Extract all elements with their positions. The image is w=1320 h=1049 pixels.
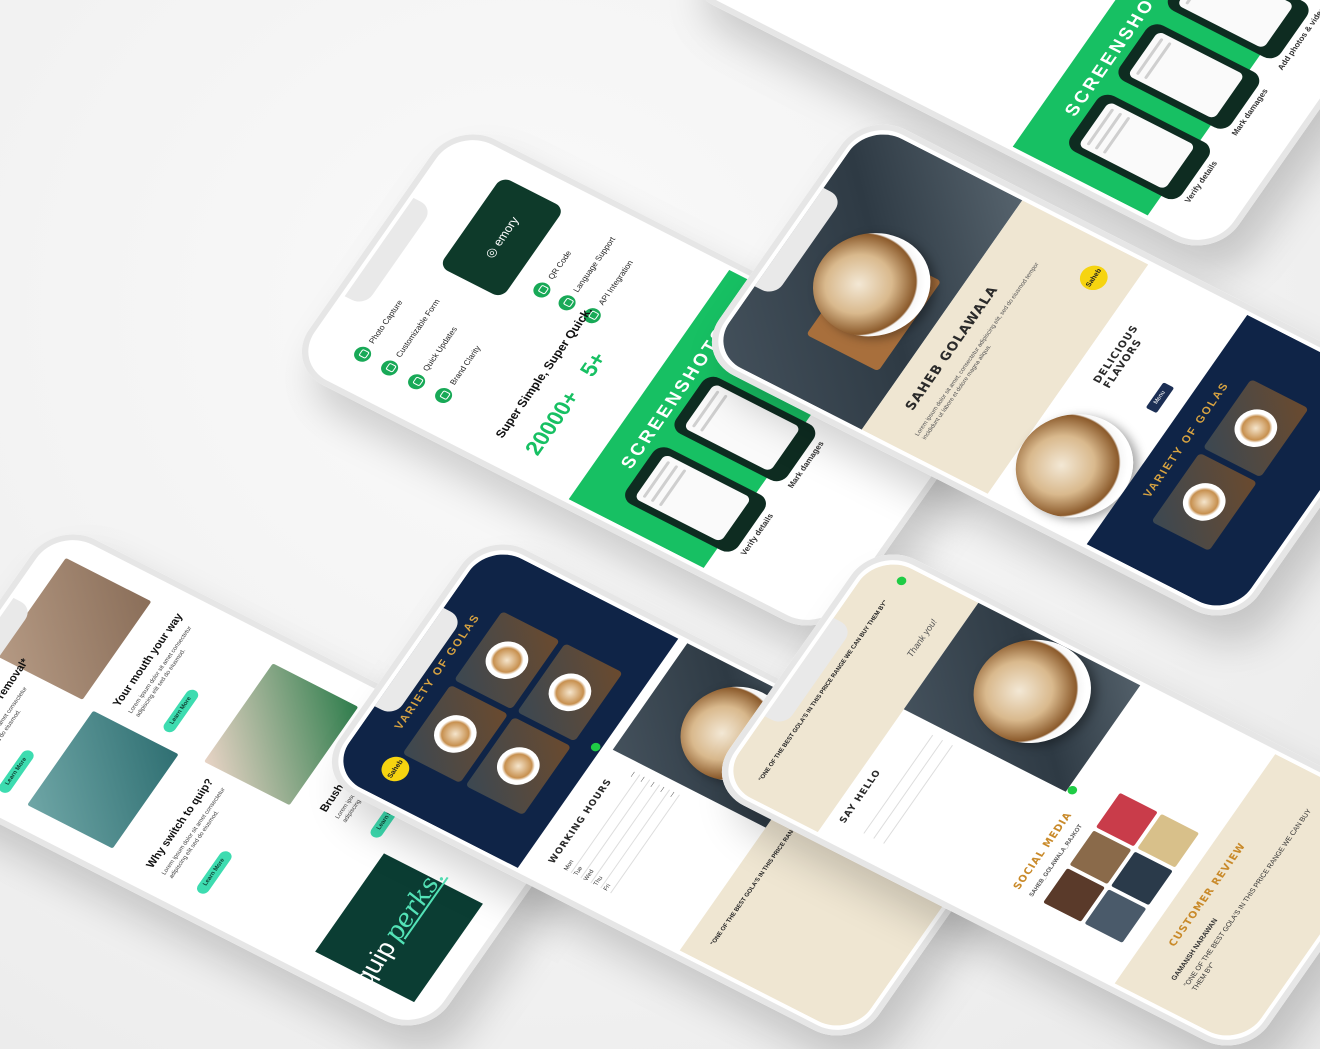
feature-label: Quick Updates: [420, 325, 459, 373]
menu-button[interactable]: Menu: [1145, 382, 1175, 414]
brand-label: emory: [490, 214, 522, 249]
feature-label: QR Code: [545, 249, 574, 281]
learn-more-button[interactable]: Learn More: [194, 848, 235, 896]
feature-icon: [555, 292, 579, 314]
form-field[interactable]: [864, 735, 944, 839]
screenshots-band: SCREENSHOTS: [1012, 0, 1314, 216]
feature-label: Brand Clarity: [447, 344, 483, 387]
mockup-stage: SCREENSHOTS Verify details Mark damages …: [0, 0, 1320, 1049]
feature-icon: [530, 279, 554, 301]
learn-more-button[interactable]: Learn More: [0, 748, 37, 795]
thank-you: Thank you!: [904, 617, 940, 659]
logo-word: quip: [346, 935, 402, 990]
bathroom-photo: [27, 710, 179, 849]
gola-bowl: [951, 621, 1114, 762]
logo-perks: perks.: [377, 865, 452, 947]
feature-icon: [431, 385, 456, 406]
feature-icon: [377, 357, 402, 379]
brand-icon: ◎: [481, 245, 501, 261]
stat-years: 5+: [574, 348, 612, 381]
feature-icon: [350, 344, 375, 365]
feature-label: Photo Capture: [366, 298, 405, 345]
quip-perks-logo: quip perks.: [315, 853, 483, 1003]
learn-more-button[interactable]: Learn More: [161, 687, 201, 735]
feature-icon: [404, 371, 429, 392]
logo-badge: Saheb: [1074, 261, 1113, 295]
